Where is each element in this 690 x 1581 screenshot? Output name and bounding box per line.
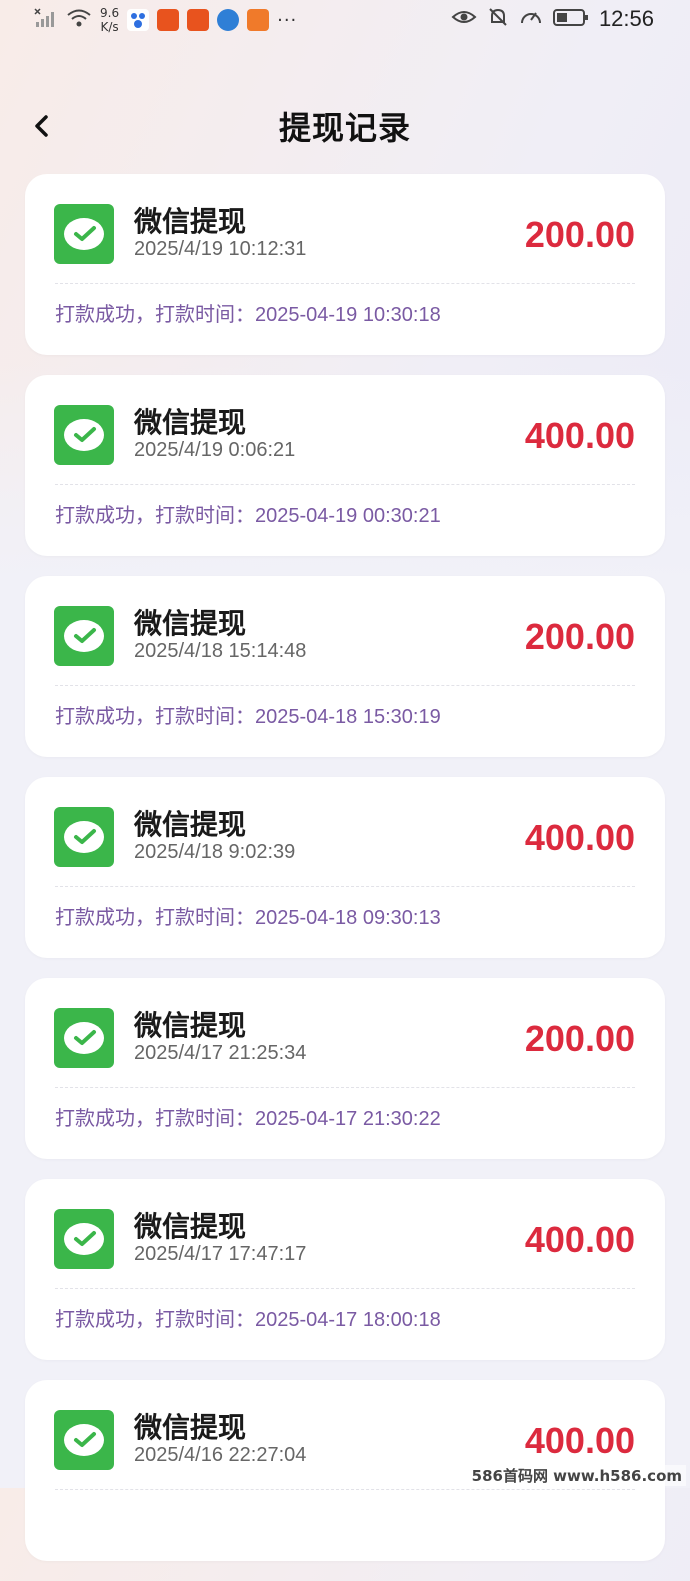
speedometer-icon bbox=[519, 6, 543, 32]
record-payout-status: 打款成功，打款时间：2025-04-19 10:30:18 bbox=[55, 298, 441, 327]
payout-time: 2025-04-18 15:30:19 bbox=[255, 706, 441, 728]
payout-time: 2025-04-17 21:30:22 bbox=[255, 1108, 441, 1130]
payout-status-label: 打款成功，打款时间： bbox=[55, 1106, 255, 1130]
payout-time: 2025-04-19 10:30:18 bbox=[255, 304, 441, 326]
payout-status-label: 打款成功，打款时间： bbox=[55, 704, 255, 728]
record-payout-status: 打款成功，打款时间：2025-04-18 09:30:13 bbox=[55, 901, 441, 930]
payout-status-label: 打款成功，打款时间： bbox=[55, 1307, 255, 1331]
status-clock: 12:56 bbox=[598, 6, 654, 31]
dashed-divider bbox=[55, 1087, 635, 1088]
app-icon-2 bbox=[187, 9, 210, 31]
signal-icon bbox=[34, 8, 58, 32]
record-apply-time: 2025/4/16 22:27:04 bbox=[134, 1444, 307, 1466]
wechat-icon bbox=[54, 1008, 114, 1068]
paw-app-icon bbox=[127, 9, 150, 31]
record-apply-time: 2025/4/19 0:06:21 bbox=[134, 439, 296, 461]
withdrawal-record-list: 微信提现 2025/4/19 10:12:31 200.00 打款成功，打款时间… bbox=[25, 174, 665, 1581]
record-amount: 400.00 bbox=[524, 817, 635, 858]
payout-status-label: 打款成功，打款时间： bbox=[55, 302, 255, 326]
dashed-divider bbox=[55, 886, 635, 887]
record-title: 微信提现 bbox=[134, 1210, 247, 1243]
record-card[interactable]: 微信提现 2025/4/17 17:47:17 400.00 打款成功，打款时间… bbox=[25, 1179, 665, 1360]
record-amount: 200.00 bbox=[524, 214, 635, 255]
wechat-icon bbox=[54, 405, 114, 465]
dashed-divider bbox=[55, 685, 635, 686]
record-card[interactable]: 微信提现 2025/4/18 15:14:48 200.00 打款成功，打款时间… bbox=[25, 576, 665, 757]
record-apply-time: 2025/4/18 15:14:48 bbox=[134, 640, 307, 662]
wechat-icon bbox=[54, 606, 114, 666]
record-title: 微信提现 bbox=[134, 1411, 247, 1444]
page-title: 提现记录 bbox=[278, 109, 411, 147]
wechat-icon bbox=[54, 1209, 114, 1269]
record-apply-time: 2025/4/19 10:12:31 bbox=[134, 238, 307, 260]
record-title: 微信提现 bbox=[134, 607, 247, 640]
mute-bell-icon bbox=[487, 6, 509, 32]
record-amount: 400.00 bbox=[524, 415, 635, 456]
browser-app-icon bbox=[217, 9, 240, 31]
page-header: 提现记录 bbox=[0, 95, 690, 159]
record-title: 微信提现 bbox=[134, 1009, 247, 1042]
record-payout-status: 打款成功，打款时间：2025-04-17 21:30:22 bbox=[55, 1102, 441, 1131]
eye-icon bbox=[451, 7, 477, 31]
wechat-icon bbox=[54, 1410, 114, 1470]
record-payout-status: 打款成功，打款时间：2025-04-17 18:00:18 bbox=[55, 1303, 441, 1332]
watermark: 586首码网 www.h586.com bbox=[467, 1465, 686, 1486]
battery-icon bbox=[552, 7, 589, 31]
payout-status-label: 打款成功，打款时间： bbox=[55, 503, 255, 527]
record-amount: 200.00 bbox=[524, 1018, 635, 1059]
record-title: 微信提现 bbox=[134, 808, 247, 841]
record-amount: 200.00 bbox=[524, 616, 635, 657]
record-apply-time: 2025/4/17 21:25:34 bbox=[134, 1042, 307, 1064]
wechat-icon bbox=[54, 807, 114, 867]
app-icon-3 bbox=[247, 9, 270, 31]
record-payout-status: 打款成功，打款时间：2025-04-19 00:30:21 bbox=[55, 499, 441, 528]
dashed-divider bbox=[55, 1489, 635, 1490]
wechat-icon bbox=[54, 204, 114, 264]
status-bar: 9.6 K/s ··· 12:56 bbox=[0, 0, 690, 40]
record-apply-time: 2025/4/17 17:47:17 bbox=[134, 1243, 307, 1265]
record-apply-time: 2025/4/18 9:02:39 bbox=[134, 841, 296, 863]
record-card[interactable]: 微信提现 2025/4/18 9:02:39 400.00 打款成功，打款时间：… bbox=[25, 777, 665, 958]
wifi-icon bbox=[66, 8, 92, 32]
payout-time: 2025-04-18 09:30:13 bbox=[255, 907, 441, 929]
app-icon-1 bbox=[157, 9, 180, 31]
more-notifications: ··· bbox=[277, 9, 298, 31]
record-payout-status: 打款成功，打款时间：2025-04-18 15:30:19 bbox=[55, 700, 441, 729]
payout-time: 2025-04-17 18:00:18 bbox=[255, 1309, 441, 1331]
dashed-divider bbox=[55, 283, 635, 284]
record-title: 微信提现 bbox=[134, 205, 247, 238]
network-speed: 9.6 K/s bbox=[100, 6, 120, 34]
record-amount: 400.00 bbox=[524, 1219, 635, 1260]
record-amount: 400.00 bbox=[524, 1420, 635, 1461]
record-card[interactable]: 微信提现 2025/4/19 10:12:31 200.00 打款成功，打款时间… bbox=[25, 174, 665, 355]
record-title: 微信提现 bbox=[134, 406, 247, 439]
dashed-divider bbox=[55, 1288, 635, 1289]
payout-status-label: 打款成功，打款时间： bbox=[55, 905, 255, 929]
dashed-divider bbox=[55, 484, 635, 485]
payout-time: 2025-04-19 00:30:21 bbox=[255, 505, 441, 527]
record-card[interactable]: 微信提现 2025/4/19 0:06:21 400.00 打款成功，打款时间：… bbox=[25, 375, 665, 556]
record-card[interactable]: 微信提现 2025/4/17 21:25:34 200.00 打款成功，打款时间… bbox=[25, 978, 665, 1159]
